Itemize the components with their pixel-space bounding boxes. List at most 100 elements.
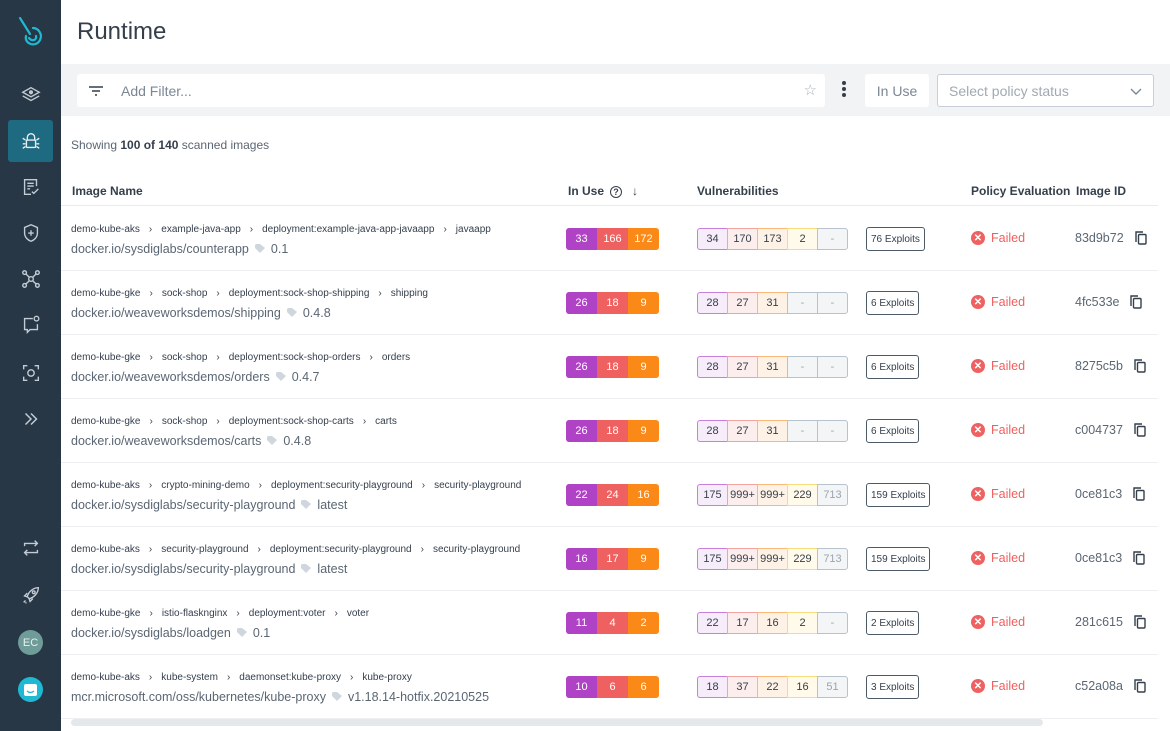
- filter-input[interactable]: Add Filter... ☆: [77, 74, 825, 107]
- breadcrumb-segment[interactable]: kube-proxy: [362, 672, 411, 683]
- copy-icon[interactable]: [1133, 487, 1145, 501]
- vulnerability-badges[interactable]: 28 27 31- -: [697, 356, 848, 378]
- exploits-badge[interactable]: 6 Exploits: [866, 355, 920, 379]
- breadcrumb-segment[interactable]: daemonset:kube-proxy: [239, 672, 341, 683]
- image-repo[interactable]: docker.io/sysdiglabs/security-playground: [71, 562, 295, 576]
- copy-icon[interactable]: [1134, 615, 1146, 629]
- table-row[interactable]: demo-kube-aks › security-playground › deploy…: [61, 527, 1158, 591]
- breadcrumb-segment[interactable]: istio-flasknginx: [162, 608, 228, 619]
- breadcrumb-segment[interactable]: security-playground: [434, 480, 521, 491]
- table-row[interactable]: demo-kube-gke › sock-shop › deployment:sock-…: [61, 399, 1158, 463]
- breadcrumb-segment[interactable]: deployment:sock-shop-carts: [229, 416, 354, 427]
- filter-icon[interactable]: [87, 82, 105, 100]
- breadcrumb-segment[interactable]: deployment:example-java-app-javaapp: [262, 224, 434, 235]
- vulnerability-badges[interactable]: 34 170 173 2-: [697, 228, 848, 250]
- breadcrumb-segment[interactable]: crypto-mining-demo: [161, 480, 249, 491]
- table-row[interactable]: demo-kube-aks › example-java-app › deploymen…: [61, 207, 1158, 271]
- in-use-toggle[interactable]: In Use: [865, 74, 929, 107]
- image-repo[interactable]: docker.io/weaveworksdemos/carts: [71, 434, 261, 448]
- vulnerability-badges[interactable]: 22 17 16 2-: [697, 612, 848, 634]
- vulnerability-badges[interactable]: 175 999+ 999+ 229 713: [697, 548, 848, 570]
- breadcrumb-segment[interactable]: demo-kube-gke: [71, 352, 140, 363]
- copy-icon[interactable]: [1133, 551, 1145, 565]
- exploits-badge[interactable]: 2 Exploits: [866, 611, 920, 635]
- chat-alert-icon: [23, 315, 39, 334]
- breadcrumb-segment[interactable]: voter: [347, 608, 369, 619]
- breadcrumb-segment[interactable]: sock-shop: [162, 288, 208, 299]
- breadcrumb-segment[interactable]: demo-kube-gke: [71, 416, 140, 427]
- breadcrumb-segment[interactable]: example-java-app: [161, 224, 241, 235]
- sidebar-item-capture[interactable]: [8, 352, 53, 394]
- breadcrumb-segment[interactable]: sock-shop: [162, 352, 208, 363]
- breadcrumb-segment[interactable]: security-playground: [161, 544, 248, 555]
- image-repo[interactable]: docker.io/sysdiglabs/loadgen: [71, 626, 231, 640]
- exploits-badge[interactable]: 159 Exploits: [866, 547, 931, 571]
- image-repo[interactable]: docker.io/weaveworksdemos/shipping: [71, 306, 281, 320]
- breadcrumb-segment[interactable]: security-playground: [433, 544, 520, 555]
- breadcrumb-segment[interactable]: deployment:voter: [249, 608, 326, 619]
- sidebar-item-network[interactable]: [8, 258, 53, 300]
- copy-icon[interactable]: [1134, 359, 1146, 373]
- vulnerability-badges[interactable]: 28 27 31- -: [697, 420, 848, 442]
- column-image-id[interactable]: Image ID: [1076, 184, 1126, 198]
- table-row[interactable]: demo-kube-aks › kube-system › daemonset:kube…: [61, 655, 1158, 719]
- support-chat-button[interactable]: [18, 677, 43, 702]
- sidebar-item-events[interactable]: [8, 304, 53, 346]
- more-options-icon[interactable]: [841, 81, 847, 99]
- image-repo[interactable]: docker.io/weaveworksdemos/orders: [71, 370, 270, 384]
- sidebar-item-integrations[interactable]: [8, 527, 53, 569]
- sidebar-item-policies[interactable]: [8, 212, 53, 254]
- sidebar-item-vulnerabilities[interactable]: [8, 120, 53, 162]
- breadcrumb-segment[interactable]: demo-kube-gke: [71, 288, 140, 299]
- breadcrumb-segment[interactable]: javaapp: [456, 224, 491, 235]
- breadcrumb-segment[interactable]: deployment:security-playground: [271, 480, 413, 491]
- breadcrumb-segment[interactable]: demo-kube-aks: [71, 544, 140, 555]
- breadcrumb-segment[interactable]: demo-kube-aks: [71, 480, 140, 491]
- column-in-use[interactable]: In Use? ↓: [568, 184, 638, 198]
- breadcrumb-segment[interactable]: kube-system: [161, 672, 218, 683]
- breadcrumb-segment[interactable]: deployment:security-playground: [270, 544, 412, 555]
- vulnerability-badges[interactable]: 28 27 31- -: [697, 292, 848, 314]
- breadcrumb-segment[interactable]: carts: [375, 416, 397, 427]
- column-image-name[interactable]: Image Name: [72, 184, 143, 198]
- vulnerability-badges[interactable]: 18 37 22 16 51: [697, 676, 848, 698]
- horizontal-scrollbar[interactable]: [71, 719, 1043, 726]
- copy-icon[interactable]: [1134, 679, 1146, 693]
- breadcrumb-segment[interactable]: sock-shop: [162, 416, 208, 427]
- table-row[interactable]: demo-kube-aks › crypto-mining-demo › deploym…: [61, 463, 1158, 527]
- image-repo[interactable]: docker.io/sysdiglabs/security-playground: [71, 498, 295, 512]
- breadcrumb-segment[interactable]: demo-kube-gke: [71, 608, 140, 619]
- exploits-badge[interactable]: 6 Exploits: [866, 419, 920, 443]
- copy-icon[interactable]: [1130, 295, 1143, 309]
- user-avatar[interactable]: EC: [18, 630, 43, 655]
- copy-icon[interactable]: [1134, 231, 1147, 245]
- breadcrumb-segment[interactable]: demo-kube-aks: [71, 672, 140, 683]
- help-icon[interactable]: ?: [610, 186, 623, 198]
- copy-icon[interactable]: [1134, 423, 1146, 437]
- column-vulnerabilities[interactable]: Vulnerabilities: [697, 184, 779, 198]
- exploits-badge[interactable]: 159 Exploits: [866, 483, 931, 507]
- vulnerability-badges[interactable]: 175 999+ 999+ 229 713: [697, 484, 848, 506]
- sort-descending-icon[interactable]: ↓: [632, 184, 638, 198]
- table-row[interactable]: demo-kube-gke › sock-shop › deployment:sock-…: [61, 271, 1158, 335]
- star-icon[interactable]: ☆: [804, 81, 817, 99]
- sidebar-item-compliance[interactable]: [8, 166, 53, 208]
- sysdig-logo-icon[interactable]: [14, 14, 48, 50]
- breadcrumb-segment[interactable]: deployment:sock-shop-shipping: [229, 288, 370, 299]
- image-repo[interactable]: mcr.microsoft.com/oss/kubernetes/kube-pr…: [71, 690, 326, 704]
- policy-status-select[interactable]: Select policy status: [937, 74, 1154, 107]
- exploits-badge[interactable]: 3 Exploits: [866, 675, 920, 699]
- sidebar-item-expand[interactable]: [8, 398, 53, 440]
- breadcrumb-segment[interactable]: shipping: [391, 288, 428, 299]
- breadcrumb-segment[interactable]: deployment:sock-shop-orders: [229, 352, 361, 363]
- sidebar-item-layers[interactable]: [8, 74, 53, 116]
- breadcrumb-segment[interactable]: demo-kube-aks: [71, 224, 140, 235]
- column-policy-evaluation[interactable]: Policy Evaluation: [971, 184, 1070, 198]
- exploits-badge[interactable]: 6 Exploits: [866, 291, 920, 315]
- sidebar-item-get-started[interactable]: [8, 574, 53, 616]
- table-row[interactable]: demo-kube-gke › istio-flasknginx › deploymen…: [61, 591, 1158, 655]
- breadcrumb-segment[interactable]: orders: [382, 352, 410, 363]
- table-row[interactable]: demo-kube-gke › sock-shop › deployment:sock-…: [61, 335, 1158, 399]
- image-repo[interactable]: docker.io/sysdiglabs/counterapp: [71, 242, 249, 256]
- exploits-badge[interactable]: 76 Exploits: [866, 227, 925, 251]
